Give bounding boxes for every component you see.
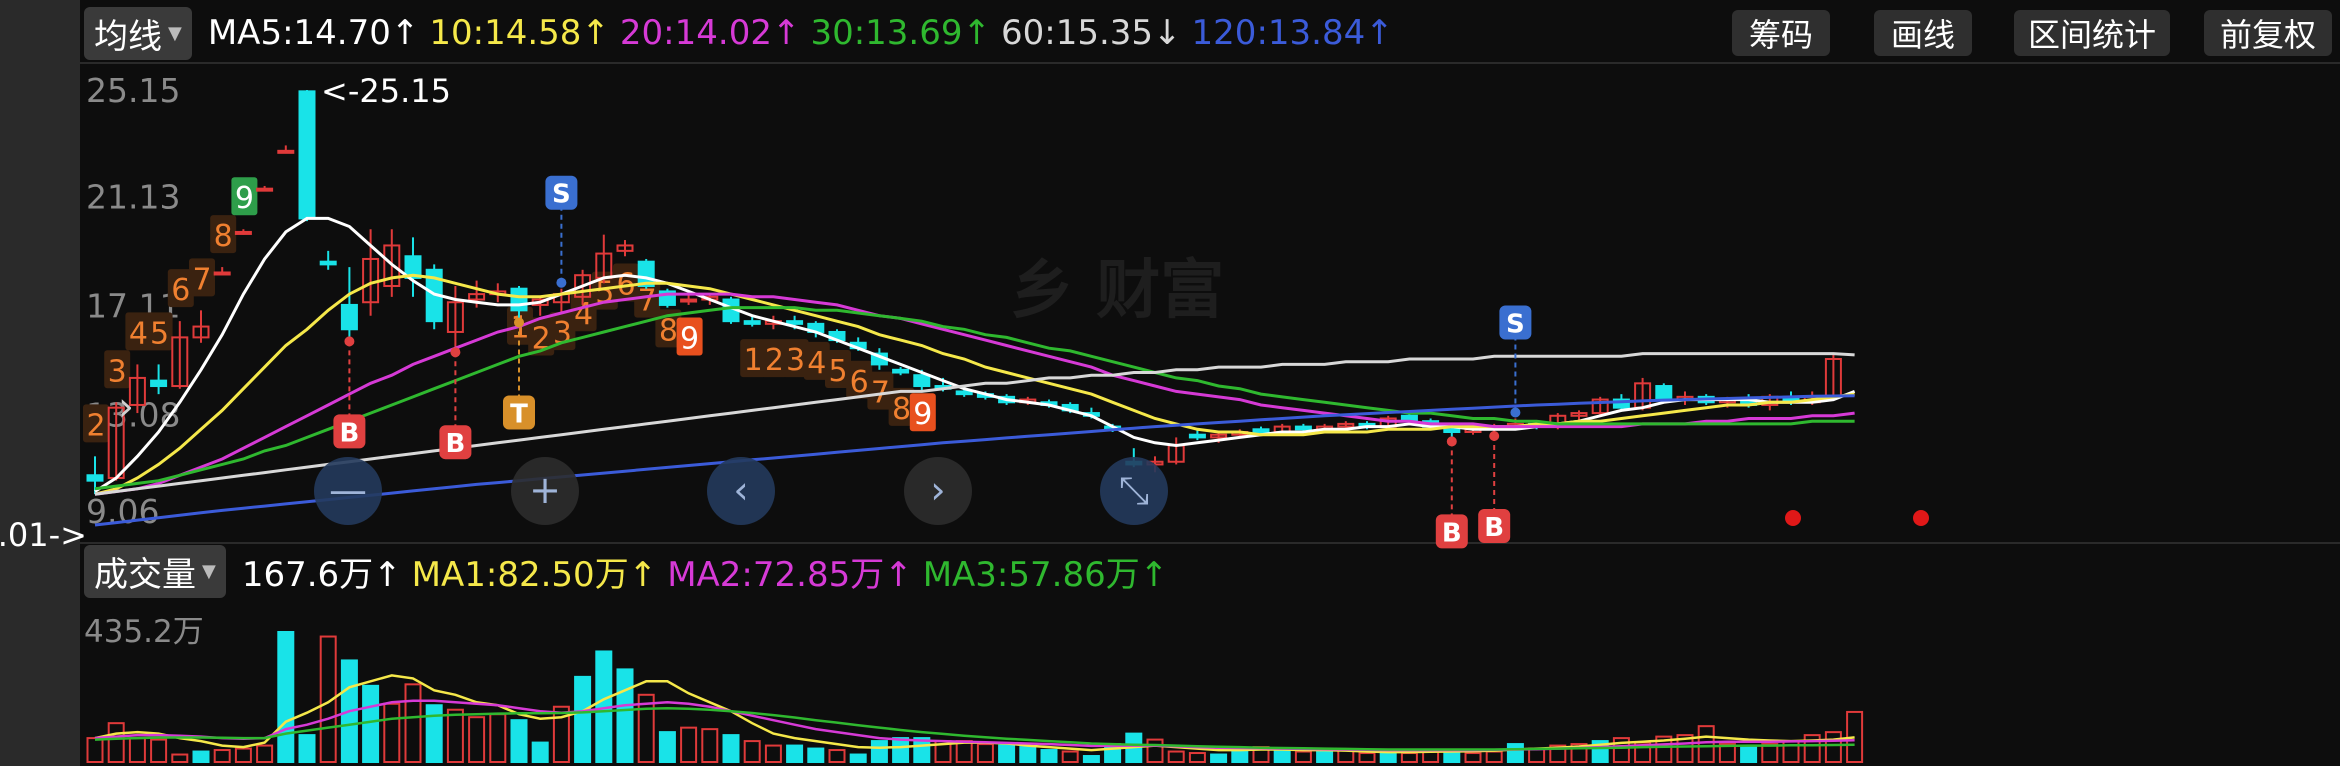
volume-ma2-value: MA2:72.85万↑ <box>667 554 913 595</box>
volume-indicator-header: 成交量 ▼ 167.6万↑ MA1:82.50万↑ MA2:72.85万↑ MA… <box>84 541 1178 601</box>
ma5-value: MA5:14.70↑ <box>207 13 420 53</box>
header-divider <box>80 62 2340 64</box>
ma60-value: 60:15.35↓ <box>1001 13 1182 53</box>
indicator-select-label: 均线 <box>94 16 162 57</box>
draw-line-button[interactable]: 画线 <box>1874 10 1972 56</box>
volume-ma3-value: MA3:57.86万↑ <box>922 554 1169 595</box>
volume-indicator-select[interactable]: 成交量 ▼ <box>84 544 226 598</box>
dropdown-triangle-icon: ▼ <box>202 560 216 582</box>
ma120-value: 120:13.84↑ <box>1191 13 1394 53</box>
left-edge-strip <box>0 0 80 766</box>
volume-ma1-value: MA1:82.50万↑ <box>411 554 658 595</box>
ma10-value: 10:14.58↑ <box>429 13 610 53</box>
dropdown-triangle-icon: ▼ <box>168 22 182 44</box>
ma30-value: 30:13.69↑ <box>810 13 991 53</box>
volume-select-label: 成交量 <box>94 554 196 595</box>
chips-button[interactable]: 筹码 <box>1732 10 1830 56</box>
indicator-select[interactable]: 均线 ▼ <box>84 6 192 60</box>
adjust-button[interactable]: 前复权 <box>2204 10 2332 56</box>
volume-value: 167.6万↑ <box>241 554 402 595</box>
price-indicator-header: 均线 ▼ MA5:14.70↑ 10:14.58↑ 20:14.02↑ 30:1… <box>84 3 1404 63</box>
chart-panel <box>80 0 2340 766</box>
ma20-value: 20:14.02↑ <box>619 13 801 53</box>
range-stats-button[interactable]: 区间统计 <box>2014 10 2170 56</box>
